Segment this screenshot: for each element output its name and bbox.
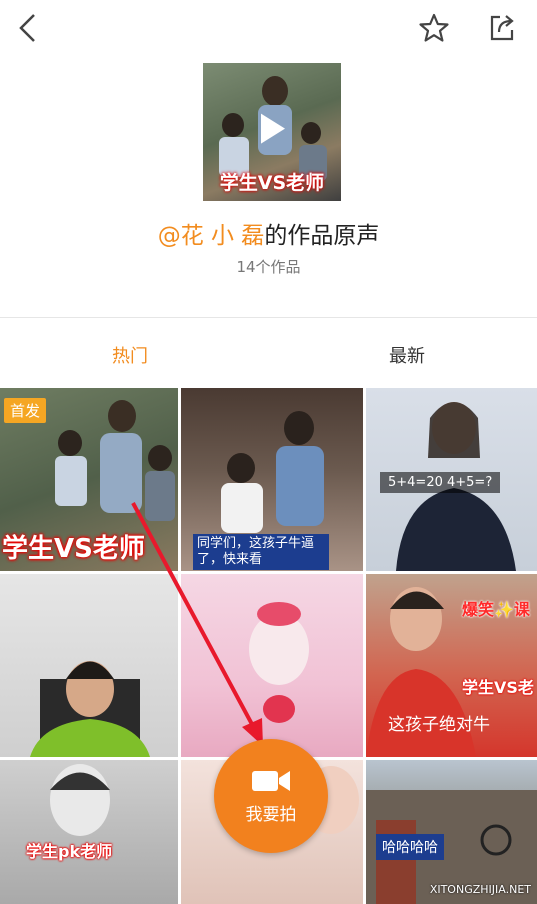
thumbnail-image bbox=[30, 661, 150, 757]
tab-bar: 热门 最新 bbox=[0, 318, 537, 388]
grid-item[interactable]: 同学们，这孩子牛逼了，快来看 bbox=[181, 388, 363, 571]
thumbnail-caption: 哈哈哈哈 bbox=[376, 834, 444, 860]
thumbnail-caption: 同学们，这孩子牛逼了，快来看 bbox=[193, 534, 329, 570]
watermark: XITONGZHIJIA.NET bbox=[429, 883, 531, 896]
grid-item[interactable]: 首发 学生VS老师 bbox=[0, 388, 178, 571]
thumbnail-caption: 这孩子绝对牛 bbox=[388, 715, 490, 735]
thumbnail-caption: 5+4=20 4+5=? bbox=[380, 472, 501, 493]
grid-item[interactable] bbox=[181, 574, 363, 757]
author-link[interactable]: @花 小 磊 bbox=[158, 223, 265, 249]
tab-latest[interactable]: 最新 bbox=[389, 342, 425, 368]
thumbnail-caption: 学生pk老师 bbox=[26, 842, 113, 861]
thumbnail-tag: 爆笑✨课 bbox=[462, 600, 530, 619]
grid-item[interactable]: 学生pk老师 bbox=[0, 760, 178, 904]
thumbnail-caption: 学生VS老师 bbox=[2, 534, 145, 564]
share-icon[interactable] bbox=[482, 8, 522, 48]
title-suffix: 的作品原声 bbox=[264, 223, 380, 249]
tab-hot[interactable]: 热门 bbox=[112, 342, 148, 368]
thumbnail-image bbox=[249, 602, 309, 723]
sound-title: @花 小 磊的作品原声 bbox=[0, 216, 537, 250]
first-badge: 首发 bbox=[4, 398, 47, 423]
camera-icon bbox=[252, 770, 290, 791]
cover-caption: 学生VS老师 bbox=[219, 172, 325, 194]
record-button[interactable]: 我要拍 bbox=[214, 739, 328, 853]
top-bar bbox=[0, 0, 537, 60]
works-count: 14个作品 bbox=[236, 258, 301, 276]
thumbnail-tag: 学生VS老 bbox=[462, 678, 534, 697]
star-icon[interactable] bbox=[414, 8, 454, 48]
grid-item[interactable]: 爆笑✨课 学生VS老 这孩子绝对牛 bbox=[366, 574, 537, 757]
play-icon[interactable] bbox=[257, 112, 287, 146]
record-label: 我要拍 bbox=[245, 804, 297, 825]
sound-cover[interactable]: 学生VS老师 bbox=[203, 63, 341, 201]
grid-item[interactable]: 哈哈哈哈 XITONGZHIJIA.NET bbox=[366, 760, 537, 904]
grid-item[interactable]: 5+4=20 4+5=? bbox=[366, 388, 537, 571]
back-icon[interactable] bbox=[8, 8, 48, 48]
grid-item[interactable] bbox=[0, 574, 178, 757]
thumbnail-image bbox=[50, 764, 110, 836]
